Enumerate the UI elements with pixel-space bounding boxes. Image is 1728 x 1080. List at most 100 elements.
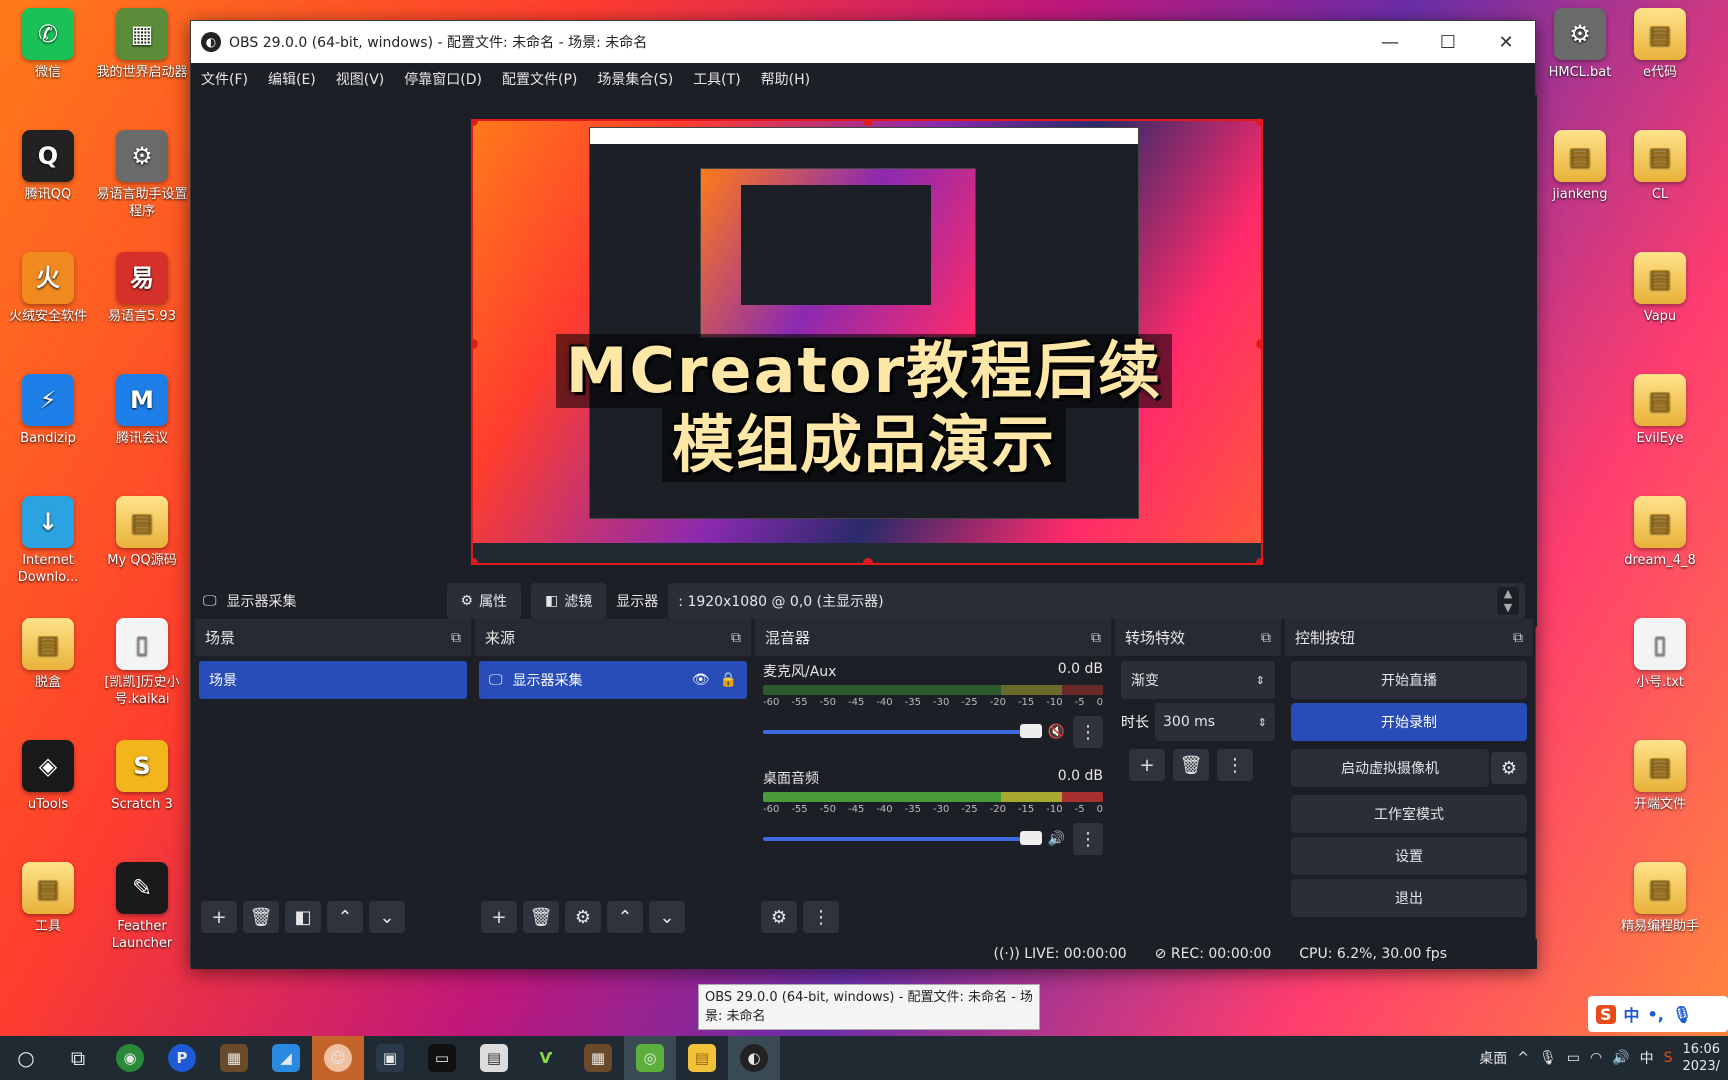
more-icon[interactable]: ⋮ <box>1217 749 1253 781</box>
minimize-icon[interactable]: — <box>1361 32 1419 53</box>
duration-input[interactable]: 300 ms ⇕ <box>1155 703 1275 741</box>
trash-icon[interactable]: 🗑 <box>243 901 279 933</box>
desktop-icon[interactable]: S Scratch 3 <box>92 740 192 813</box>
menu-item[interactable]: 帮助(H) <box>761 69 810 89</box>
menu-item[interactable]: 工具(T) <box>693 69 740 89</box>
folder-icon[interactable]: ▤ <box>676 1036 728 1080</box>
undock-icon[interactable]: ⧉ <box>731 630 741 646</box>
chrome-icon[interactable]: ◉ <box>104 1036 156 1080</box>
desktop-icon[interactable]: ▤ My QQ源码 <box>92 496 192 569</box>
resize-handle[interactable] <box>1256 558 1261 563</box>
filters-button[interactable]: ◧ 滤镜 <box>531 583 607 619</box>
transition-select[interactable]: 渐变 ⇕ <box>1121 661 1275 699</box>
menu-item[interactable]: 视图(V) <box>336 69 385 89</box>
lock-icon[interactable]: 🔒 <box>720 672 737 688</box>
resize-handle[interactable] <box>863 558 873 563</box>
terminal-icon[interactable]: ▭ <box>416 1036 468 1080</box>
undock-icon[interactable]: ⧉ <box>1261 630 1271 646</box>
undock-icon[interactable]: ⧉ <box>1091 630 1101 646</box>
add-icon[interactable]: + <box>201 901 237 933</box>
more-icon[interactable]: ⋮ <box>1073 716 1103 748</box>
menu-item[interactable]: 场景集合(S) <box>597 69 673 89</box>
resize-handle[interactable] <box>473 558 478 563</box>
maximize-icon[interactable]: ☐ <box>1419 32 1477 53</box>
app-icon[interactable]: ▤ <box>468 1036 520 1080</box>
more-icon[interactable]: ⋮ <box>1073 823 1103 855</box>
exit-button[interactable]: 退出 <box>1291 879 1527 917</box>
add-icon[interactable]: + <box>1129 749 1165 781</box>
settings-button[interactable]: 设置 <box>1291 837 1527 875</box>
menu-item[interactable]: 文件(F) <box>201 69 248 89</box>
desktop-icon[interactable]: ▤ dream_4_8 <box>1610 496 1710 569</box>
start-virtual-camera-button[interactable]: 启动虚拟摄像机 <box>1291 749 1489 787</box>
mcreator-icon[interactable]: Ѵ <box>520 1036 572 1080</box>
desktop-icon[interactable]: ▯ [凯凯]历史小号.kaikai <box>92 618 192 708</box>
desktop-icon[interactable]: ▯ 小号.txt <box>1610 618 1710 691</box>
desktop-icon[interactable]: 易易语言5.93 <box>92 252 192 325</box>
desktop-icon[interactable]: Q 腾讯QQ <box>0 130 98 203</box>
resize-handle[interactable] <box>863 121 873 126</box>
menu-item[interactable]: 编辑(E) <box>268 69 316 89</box>
filter-icon[interactable]: ◧ <box>285 901 321 933</box>
desktop-icon[interactable]: ▤ 工具 <box>0 862 98 935</box>
display-select[interactable]: : 1920x1080 @ 0,0 (主显示器) ▲ ▼ <box>668 583 1525 619</box>
app-icon[interactable]: ◎ <box>624 1036 676 1080</box>
menu-item[interactable]: 配置文件(P) <box>502 69 577 89</box>
chevron-down-icon[interactable]: ⌄ <box>649 901 685 933</box>
search-icon[interactable]: ○ <box>0 1036 52 1080</box>
task-view-icon[interactable]: ⧉ <box>52 1036 104 1080</box>
muted-speaker-icon[interactable]: 🔇 <box>1048 724 1065 740</box>
volume-slider[interactable] <box>763 724 1042 738</box>
desktop-icon[interactable]: ▤ 精易编程助手 <box>1610 862 1710 935</box>
chevron-up-icon[interactable]: ^ <box>1517 1050 1529 1066</box>
gear-icon[interactable]: ⚙ <box>565 901 601 933</box>
minecraft-icon[interactable]: ▦ <box>208 1036 260 1080</box>
add-icon[interactable]: + <box>481 901 517 933</box>
trash-icon[interactable]: 🗑 <box>523 901 559 933</box>
desktop-icon[interactable]: ✎ Feather Launcher <box>92 862 192 952</box>
desktop-icon[interactable]: ▤ e代码 <box>1610 8 1710 81</box>
speaker-icon[interactable]: 🔊 <box>1048 831 1065 847</box>
gear-icon[interactable]: ⚙ <box>1491 752 1527 784</box>
close-icon[interactable]: ✕ <box>1477 32 1535 53</box>
eye-icon[interactable]: 👁 <box>692 672 710 688</box>
desktop-icon[interactable]: 火火绒安全软件 <box>0 252 98 325</box>
minecraft-icon[interactable]: ▦ <box>572 1036 624 1080</box>
avatar-icon[interactable]: ☺ <box>312 1036 364 1080</box>
chevron-up-icon[interactable]: ⌃ <box>607 901 643 933</box>
desktop-icon[interactable]: ✆ 微信 <box>0 8 98 81</box>
properties-button[interactable]: ⚙ 属性 <box>446 583 522 619</box>
undock-icon[interactable]: ⧉ <box>451 630 461 646</box>
desktop-icon[interactable]: ▤ CL <box>1610 130 1710 203</box>
volume-slider[interactable] <box>763 831 1042 845</box>
clock[interactable]: 16:06 2023/ <box>1683 1041 1720 1075</box>
ime-toolbar[interactable]: S 中 •, 🎙 <box>1588 996 1728 1032</box>
app-icon[interactable]: ◢ <box>260 1036 312 1080</box>
chevron-down-icon[interactable]: ⌄ <box>369 901 405 933</box>
desktop-icon[interactable]: ◈ uTools <box>0 740 98 813</box>
sogou-icon[interactable]: S <box>1664 1050 1673 1066</box>
trash-icon[interactable]: 🗑 <box>1173 749 1209 781</box>
start-streaming-button[interactable]: 开始直播 <box>1291 661 1527 699</box>
studio-mode-button[interactable]: 工作室模式 <box>1291 795 1527 833</box>
scene-item[interactable]: 场景 <box>199 661 467 699</box>
desktop-icon[interactable]: ▤ 脱盒 <box>0 618 98 691</box>
desktop-icon[interactable]: ↓ Internet Downlo... <box>0 496 98 586</box>
obs-icon[interactable]: ◐ <box>728 1036 780 1080</box>
resize-handle[interactable] <box>473 121 478 126</box>
chevron-up-icon[interactable]: ⌃ <box>327 901 363 933</box>
app-icon[interactable]: P <box>156 1036 208 1080</box>
menu-item[interactable]: 停靠窗口(D) <box>404 69 482 89</box>
app-icon[interactable]: ▣ <box>364 1036 416 1080</box>
desktop-icon[interactable]: ▤ 开端文件 <box>1610 740 1710 813</box>
ime-indicator[interactable]: 中 <box>1640 1048 1654 1068</box>
desktop-icon[interactable]: ▤ Vapu <box>1610 252 1710 325</box>
speaker-icon[interactable]: 🔊 <box>1612 1050 1629 1066</box>
source-item[interactable]: 🖵 显示器采集 👁 🔒 <box>479 661 747 699</box>
more-icon[interactable]: ⋮ <box>803 901 839 933</box>
desktop-toolbar-label[interactable]: 桌面 <box>1479 1048 1507 1068</box>
undock-icon[interactable]: ⧉ <box>1513 630 1523 646</box>
advanced-audio-icon[interactable]: ⚙ <box>761 901 797 933</box>
start-recording-button[interactable]: 开始录制 <box>1291 703 1527 741</box>
resize-handle[interactable] <box>1256 121 1261 126</box>
